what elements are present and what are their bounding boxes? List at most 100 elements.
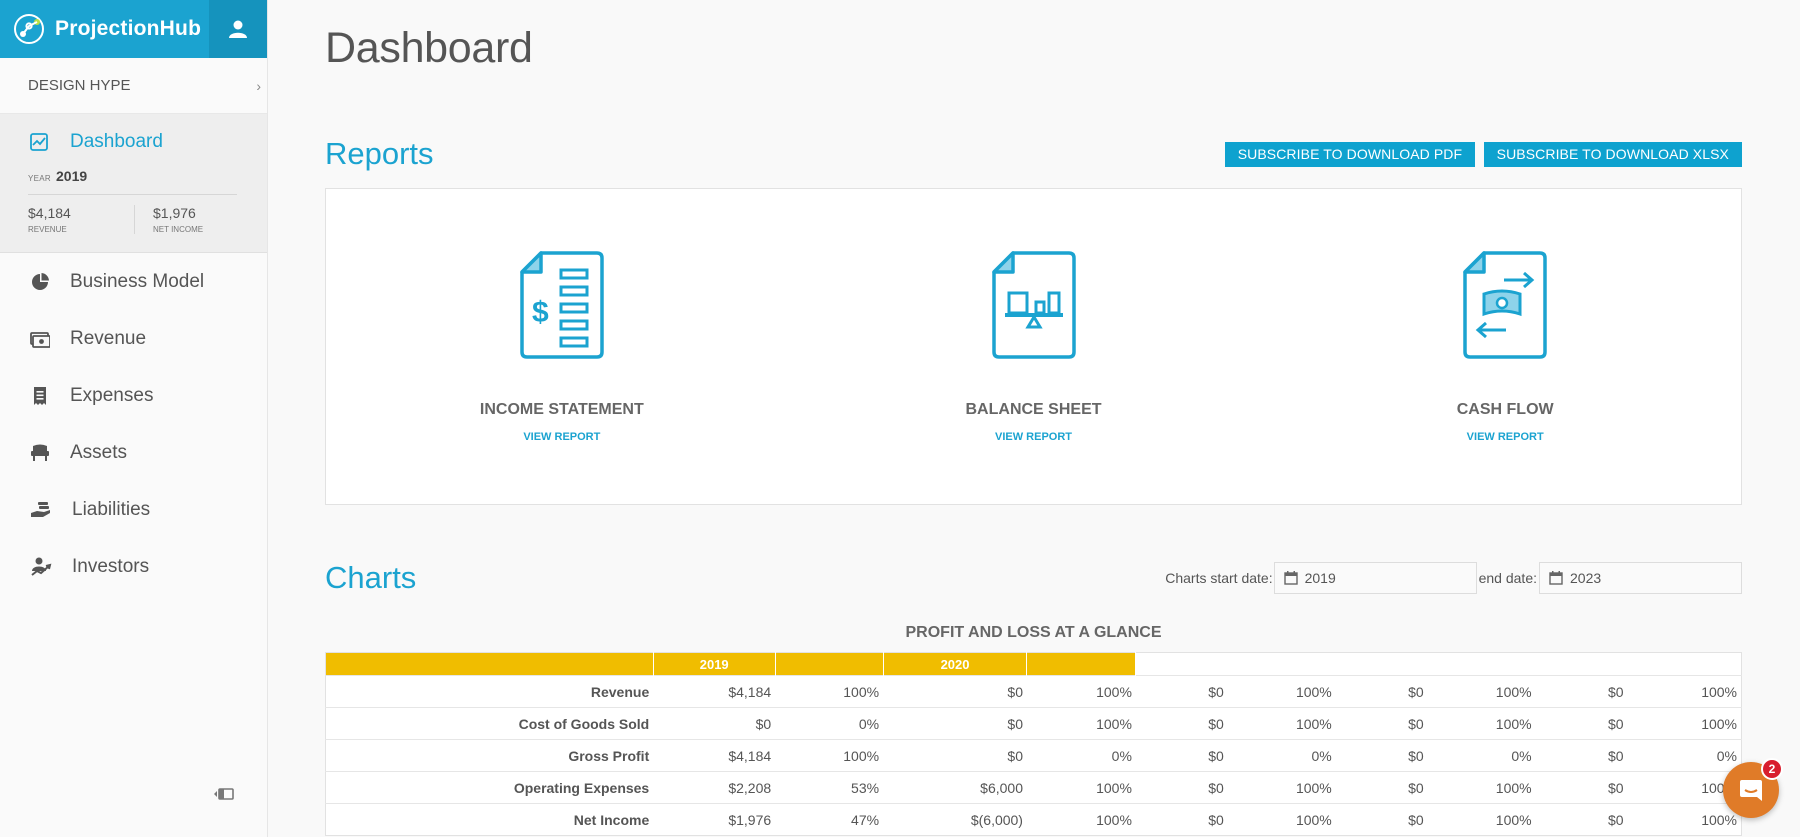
table-cell: 0% <box>775 707 884 740</box>
table-cell: $0 <box>1135 739 1228 772</box>
net-income-label: NET INCOME <box>153 225 204 234</box>
start-date-label: Charts start date: <box>1165 570 1273 586</box>
table-cell: 100% <box>1427 803 1536 836</box>
end-date-input[interactable]: 2023 <box>1539 562 1742 594</box>
table-header-cell <box>325 652 654 676</box>
sidebar-item-label: Revenue <box>70 327 147 349</box>
main-content: Dashboard Reports SUBSCRIBE TO DOWNLOAD … <box>325 0 1742 836</box>
view-report-link[interactable]: VIEW REPORT <box>523 431 600 443</box>
table-cell: 53% <box>775 771 884 804</box>
table-cell: 0% <box>1627 739 1742 772</box>
sidebar-item-label: Expenses <box>70 384 154 406</box>
chat-launcher-button[interactable]: 2 <box>1723 758 1783 818</box>
sidebar-item-dashboard[interactable]: Dashboard <box>0 114 267 170</box>
table-header-cell: 2019 <box>653 652 776 676</box>
table-cell: 100% <box>1026 771 1136 804</box>
table-row: Operating Expenses $2,208 53% $6,000 100% $0 1… <box>325 771 1742 804</box>
sidebar-item-business-model[interactable]: Business Model <box>0 253 267 310</box>
report-title: BALANCE SHEET <box>965 401 1102 418</box>
sidebar-item-liabilities[interactable]: Liabilities <box>0 481 267 538</box>
cash-flow-icon <box>1463 251 1547 359</box>
report-balance-sheet[interactable]: BALANCE SHEET VIEW REPORT <box>798 189 1270 504</box>
sidebar-item-label: Liabilities <box>72 498 151 520</box>
reports-title: Reports <box>325 136 434 171</box>
table-cell: 100% <box>1026 707 1136 740</box>
balance-sheet-icon <box>991 251 1076 359</box>
start-date-input[interactable]: 2019 <box>1273 562 1477 594</box>
end-date-value: 2023 <box>1570 570 1602 586</box>
report-title: CASH FLOW <box>1456 401 1554 418</box>
hand-coins-icon <box>31 501 50 517</box>
table-cell: $0 <box>1335 771 1428 804</box>
table-cell: 0% <box>1026 739 1136 772</box>
download-xlsx-button[interactable]: SUBSCRIBE TO DOWNLOAD XLSX <box>1483 141 1742 167</box>
table-cell: $4,184 <box>653 675 776 708</box>
brand-bar: ProjectionHub <box>0 0 267 58</box>
chevron-right-icon: › <box>256 77 261 94</box>
company-name: DESIGN HYPE <box>28 77 131 94</box>
chart-line-icon <box>30 133 48 151</box>
table-cell: $0 <box>653 707 776 740</box>
table-cell: $0 <box>883 739 1027 772</box>
year-row: YEAR 2019 <box>0 168 267 184</box>
report-cash-flow[interactable]: CASH FLOW VIEW REPORT <box>1269 189 1741 504</box>
download-pdf-button[interactable]: SUBSCRIBE TO DOWNLOAD PDF <box>1224 141 1476 167</box>
net-income-value: $1,976 <box>153 205 196 221</box>
table-cell: 0% <box>1427 739 1536 772</box>
table-cell: $0 <box>1135 707 1228 740</box>
table-cell: $0 <box>1335 675 1428 708</box>
net-income-stat: $1,976 NET INCOME <box>134 205 244 234</box>
table-body: Revenue $4,184 100% $0 100% $0 100% $0 100% $0 100… <box>325 675 1742 836</box>
sidebar-item-label: Investors <box>72 555 150 577</box>
collapse-sidebar-button[interactable] <box>212 787 236 806</box>
table-cell: $0 <box>883 675 1027 708</box>
chart-date-range: Charts start date: 2019 end date: 2023 <box>1165 562 1742 594</box>
page-title: Dashboard <box>325 24 533 72</box>
table-cell: $0 <box>1535 771 1628 804</box>
table-cell: 100% <box>1427 707 1536 740</box>
calendar-icon <box>1283 571 1298 585</box>
sidebar-item-investors[interactable]: Investors <box>0 538 267 595</box>
pl-table-title: PROFIT AND LOSS AT A GLANCE <box>905 624 1162 641</box>
sidebar: ProjectionHub DESIGN HYPE › Dashboard YE… <box>0 0 268 837</box>
summary-stats: $4,184 REVENUE $1,976 NET INCOME <box>0 205 267 234</box>
reports-header: Reports SUBSCRIBE TO DOWNLOAD PDF SUBSCR… <box>325 136 1742 172</box>
projectionhub-logo-icon <box>14 14 44 44</box>
table-cell: 100% <box>1227 803 1336 836</box>
view-report-link[interactable]: VIEW REPORT <box>1467 431 1544 443</box>
start-date-value: 2019 <box>1304 570 1336 586</box>
company-selector[interactable]: DESIGN HYPE › <box>0 58 267 114</box>
table-cell: $0 <box>1535 675 1628 708</box>
row-label: Cost of Goods Sold <box>325 707 654 740</box>
year-label: YEAR <box>28 174 51 183</box>
table-cell: 100% <box>1227 675 1336 708</box>
table-cell: $4,184 <box>653 739 776 772</box>
user-menu-button[interactable] <box>209 0 267 58</box>
table-cell: 100% <box>1627 675 1742 708</box>
row-label: Operating Expenses <box>325 771 654 804</box>
sidebar-item-revenue[interactable]: Revenue <box>0 310 267 367</box>
collapse-sidebar-icon <box>214 788 234 800</box>
sidebar-item-label: Business Model <box>70 270 205 292</box>
charts-header: Charts Charts start date: 2019 end date: <box>325 560 1742 596</box>
sidebar-item-assets[interactable]: Assets <box>0 424 267 481</box>
table-cell: 100% <box>1627 707 1742 740</box>
download-buttons: SUBSCRIBE TO DOWNLOAD PDF SUBSCRIBE TO D… <box>1221 141 1742 167</box>
pie-chart-icon <box>32 272 49 290</box>
view-report-link[interactable]: VIEW REPORT <box>995 431 1072 443</box>
row-label: Net Income <box>325 803 654 836</box>
dashboard-summary: Dashboard YEAR 2019 $4,184 REVENUE $1,97… <box>0 114 267 253</box>
receipt-icon <box>34 386 46 405</box>
row-label: Gross Profit <box>325 739 654 772</box>
table-cell: $0 <box>1135 771 1228 804</box>
notification-badge: 2 <box>1761 758 1783 780</box>
report-income-statement[interactable]: $ INCOME STATEMENT VIEW REPORT <box>326 189 798 504</box>
table-cell: $0 <box>1135 675 1228 708</box>
table-cell: 47% <box>775 803 884 836</box>
table-header-spacer <box>1135 652 1742 676</box>
table-cell: 0% <box>1227 739 1336 772</box>
table-header-cell <box>1026 652 1137 676</box>
table-cell: 100% <box>775 675 884 708</box>
table-cell: 100% <box>1427 675 1536 708</box>
sidebar-item-expenses[interactable]: Expenses <box>0 367 267 424</box>
